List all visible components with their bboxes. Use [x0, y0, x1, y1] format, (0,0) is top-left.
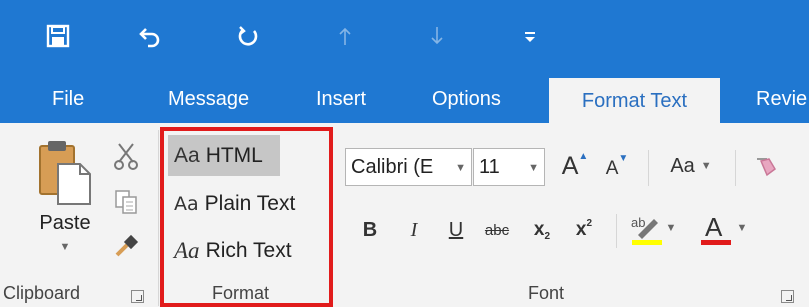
font-color-icon: A — [700, 212, 731, 245]
font-size-dropdown-icon: ▼ — [528, 162, 539, 174]
format-painter-icon[interactable] — [108, 228, 144, 264]
superscript-button[interactable]: x2 — [566, 212, 602, 248]
copy-icon[interactable] — [108, 184, 144, 220]
italic-button[interactable]: I — [400, 212, 428, 248]
highlight-color-button[interactable]: ab ▼ — [624, 206, 682, 250]
font-name-value: Calibri (E — [351, 155, 434, 178]
grow-font-icon[interactable]: A ▲ — [556, 146, 594, 186]
font-divider-3 — [616, 214, 617, 248]
svg-text:ab: ab — [631, 215, 645, 230]
subscript-button[interactable]: x2 — [524, 212, 560, 248]
bold-button[interactable]: B — [356, 212, 384, 248]
format-group-highlight — [160, 127, 333, 307]
cut-icon[interactable] — [108, 138, 144, 174]
subscript-label: x — [533, 219, 545, 240]
change-case-dropdown-icon: ▼ — [700, 160, 712, 172]
font-size-combo[interactable]: 11 ▼ — [473, 148, 545, 186]
clipboard-group-label: Clipboard — [3, 283, 81, 303]
tab-format-text[interactable]: Format Text — [549, 78, 720, 123]
tab-message[interactable]: Message — [168, 72, 249, 123]
font-name-combo[interactable]: Calibri (E ▼ — [345, 148, 472, 186]
undo-icon[interactable] — [130, 0, 170, 72]
font-name-dropdown-icon: ▼ — [455, 162, 466, 174]
superscript-label: x — [575, 219, 587, 240]
font-color-dropdown-icon: ▼ — [736, 222, 748, 234]
quick-access-toolbar — [0, 0, 809, 72]
paste-dropdown-icon: ▼ — [59, 241, 71, 253]
font-color-button[interactable]: A ▼ — [692, 206, 754, 250]
change-case-label: Aa — [670, 154, 695, 177]
clear-formatting-icon[interactable] — [744, 146, 784, 186]
customize-icon[interactable] — [515, 0, 545, 72]
paste-button[interactable]: Paste ▼ — [30, 138, 100, 256]
highlight-dropdown-icon: ▼ — [665, 222, 677, 234]
underline-button[interactable]: U — [442, 212, 470, 248]
up-arrow-icon[interactable] — [330, 0, 360, 72]
tab-options[interactable]: Options — [432, 72, 501, 123]
group-divider — [158, 130, 159, 306]
font-size-value: 11 — [479, 155, 500, 178]
highlighter-icon: ab — [631, 215, 662, 245]
svg-text:A: A — [705, 212, 723, 242]
font-divider-2 — [735, 150, 736, 186]
tab-file[interactable]: File — [52, 72, 84, 123]
change-case-button[interactable]: Aa ▼ — [654, 146, 728, 186]
shrink-font-icon[interactable]: A ▼ — [598, 146, 636, 186]
redo-icon[interactable] — [229, 0, 269, 72]
paste-label: Paste — [39, 212, 91, 234]
tab-insert[interactable]: Insert — [316, 72, 366, 123]
font-group-label: Font — [528, 283, 565, 303]
clipboard-icon — [39, 141, 91, 205]
font-launcher-icon[interactable] — [781, 290, 794, 303]
down-arrow-icon[interactable] — [422, 0, 452, 72]
clipboard-launcher-icon[interactable] — [131, 290, 144, 303]
strikethrough-button[interactable]: abc — [476, 212, 518, 248]
font-divider — [648, 150, 649, 186]
ribbon-tabs: File Message Insert Options Format Text … — [0, 72, 809, 123]
tab-review[interactable]: Revie — [756, 72, 807, 123]
save-icon[interactable] — [38, 0, 78, 72]
